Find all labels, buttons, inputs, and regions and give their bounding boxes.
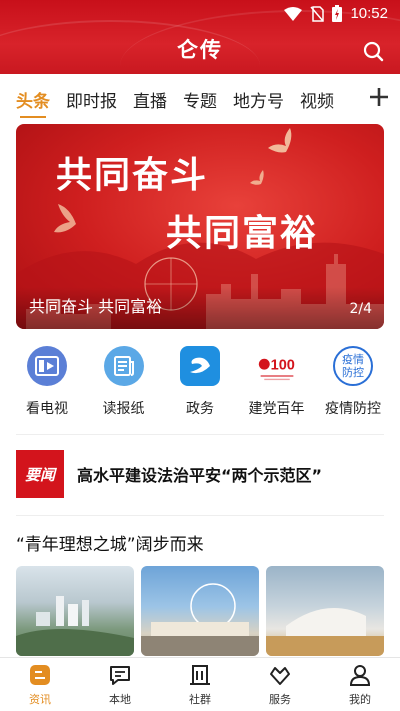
quick-link-party-centenary[interactable]: 100 建党百年 — [242, 346, 312, 420]
add-channel-icon[interactable] — [368, 86, 390, 108]
epidemic-icon-text-1: 疫情 — [342, 353, 364, 366]
wifi-icon — [284, 6, 303, 21]
bottom-navigation: 资讯 本地 社群 服务 我的 — [0, 657, 400, 711]
party-centenary-icon: 100 — [256, 346, 297, 386]
quick-link-epidemic-control[interactable]: 疫情 防控 疫情防控 — [318, 346, 388, 420]
quick-link-tv[interactable]: 看电视 — [12, 346, 82, 420]
divider — [16, 434, 384, 435]
nav-label: 服务 — [269, 693, 291, 706]
news-icon — [30, 665, 50, 685]
news-headline[interactable]: 高水平建设法治平安“两个示范区” — [77, 462, 322, 486]
status-bar: 10:52 — [0, 0, 400, 28]
svg-text:100: 100 — [270, 358, 294, 374]
epidemic-icon-text-2: 防控 — [342, 366, 364, 379]
news-badge-label: 要闻 — [24, 465, 55, 484]
chat-bubble-icon — [110, 666, 130, 685]
thumbnail-image[interactable] — [16, 566, 134, 656]
section-thumbnails — [16, 566, 384, 656]
quick-link-newspaper[interactable]: 读报纸 — [89, 346, 159, 420]
tv-icon — [27, 346, 67, 386]
quick-links: 看电视 读报纸 政务 100 建党百年 疫情 防控 疫情防控 — [12, 346, 388, 420]
section-title[interactable]: “青年理想之城”阔步而来 — [16, 530, 204, 555]
nav-label: 我的 — [349, 693, 371, 706]
hero-banner[interactable]: 共同奋斗 共同富裕 共同奋斗 共同富裕 2/4 — [16, 124, 384, 329]
app-title: 仑传 — [177, 38, 223, 62]
nav-community[interactable]: 社群 — [160, 658, 240, 711]
channel-tabs: 头条 即时报 直播 专题 地方号 视频 — [16, 82, 400, 118]
divider — [16, 515, 384, 516]
tab-instant-news[interactable]: 即时报 — [66, 87, 117, 112]
tab-live[interactable]: 直播 — [133, 87, 167, 112]
nav-label: 社群 — [189, 693, 211, 706]
quick-link-label: 建党百年 — [248, 401, 305, 417]
nav-profile[interactable]: 我的 — [320, 658, 400, 711]
nav-service[interactable]: 服务 — [240, 658, 320, 711]
quick-link-label: 疫情防控 — [325, 401, 381, 417]
nav-label: 本地 — [109, 693, 131, 706]
banner-headline-1: 共同奋斗 — [56, 155, 209, 196]
thumbnail-image[interactable] — [266, 566, 384, 656]
banner-pager: 2/4 — [349, 301, 372, 317]
newspaper-icon — [103, 346, 144, 386]
community-icon — [190, 665, 210, 685]
nav-news[interactable]: 资讯 — [0, 658, 80, 711]
government-icon — [180, 346, 220, 386]
nav-label: 资讯 — [29, 693, 51, 706]
epidemic-control-icon: 疫情 防控 — [333, 346, 373, 386]
battery-icon — [332, 5, 343, 22]
news-badge: 要闻 — [16, 450, 64, 498]
banner-headline-2: 共同富裕 — [166, 213, 319, 254]
banner-caption: 共同奋斗 共同富裕 — [29, 297, 163, 316]
thumbnail-image[interactable] — [141, 566, 259, 656]
status-time: 10:52 — [350, 5, 388, 22]
no-sim-icon — [310, 5, 325, 22]
tab-video[interactable]: 视频 — [300, 87, 334, 112]
tab-headlines[interactable]: 头条 — [16, 87, 50, 118]
profile-icon — [349, 665, 371, 686]
app-header: 10:52 仑传 — [0, 0, 400, 74]
quick-link-label: 读报纸 — [102, 401, 145, 417]
quick-link-government[interactable]: 政务 — [165, 346, 235, 420]
service-icon — [270, 667, 290, 685]
tab-topics[interactable]: 专题 — [183, 87, 217, 112]
quick-link-label: 看电视 — [26, 401, 68, 417]
search-icon[interactable] — [362, 40, 384, 62]
tab-local-accounts[interactable]: 地方号 — [233, 87, 284, 112]
quick-link-label: 政务 — [186, 401, 214, 417]
nav-local[interactable]: 本地 — [80, 658, 160, 711]
